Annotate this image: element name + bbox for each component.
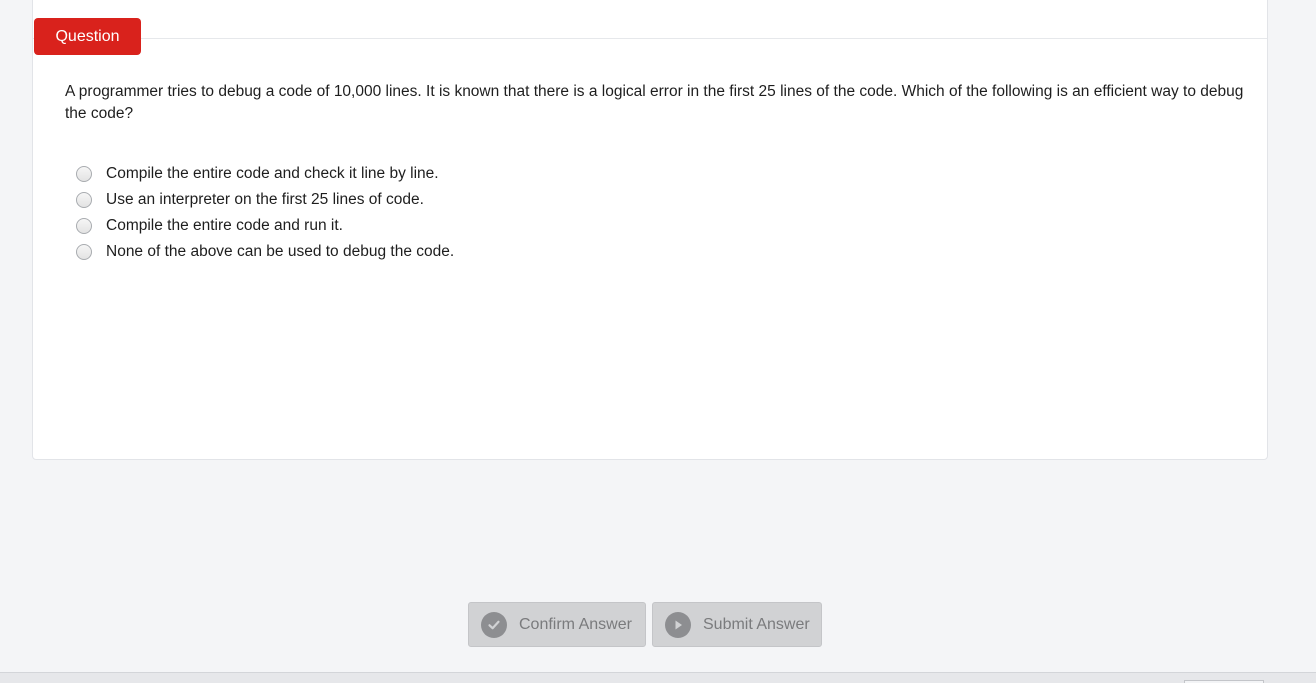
confirm-answer-label: Confirm Answer xyxy=(519,615,632,633)
option-3[interactable]: Compile the entire code and run it. xyxy=(76,213,454,239)
option-label[interactable]: Compile the entire code and run it. xyxy=(106,213,343,239)
submit-answer-button[interactable]: Submit Answer xyxy=(652,602,822,647)
radio-button[interactable] xyxy=(76,192,92,208)
radio-button[interactable] xyxy=(76,244,92,260)
option-label[interactable]: Use an interpreter on the first 25 lines… xyxy=(106,187,424,213)
radio-button[interactable] xyxy=(76,218,92,234)
header-divider xyxy=(33,38,1267,39)
question-tag: Question xyxy=(34,18,141,55)
radio-button[interactable] xyxy=(76,166,92,182)
check-circle-icon xyxy=(481,611,507,638)
answer-options: Compile the entire code and check it lin… xyxy=(76,161,454,265)
option-label[interactable]: Compile the entire code and check it lin… xyxy=(106,161,439,187)
option-4[interactable]: None of the above can be used to debug t… xyxy=(76,239,454,265)
option-2[interactable]: Use an interpreter on the first 25 lines… xyxy=(76,187,454,213)
question-text: A programmer tries to debug a code of 10… xyxy=(65,83,1244,122)
option-label[interactable]: None of the above can be used to debug t… xyxy=(106,239,454,265)
play-circle-icon xyxy=(665,611,691,638)
option-1[interactable]: Compile the entire code and check it lin… xyxy=(76,161,454,187)
confirm-answer-button[interactable]: Confirm Answer xyxy=(468,602,646,647)
bottom-bar xyxy=(0,672,1316,683)
submit-answer-label: Submit Answer xyxy=(703,615,810,633)
